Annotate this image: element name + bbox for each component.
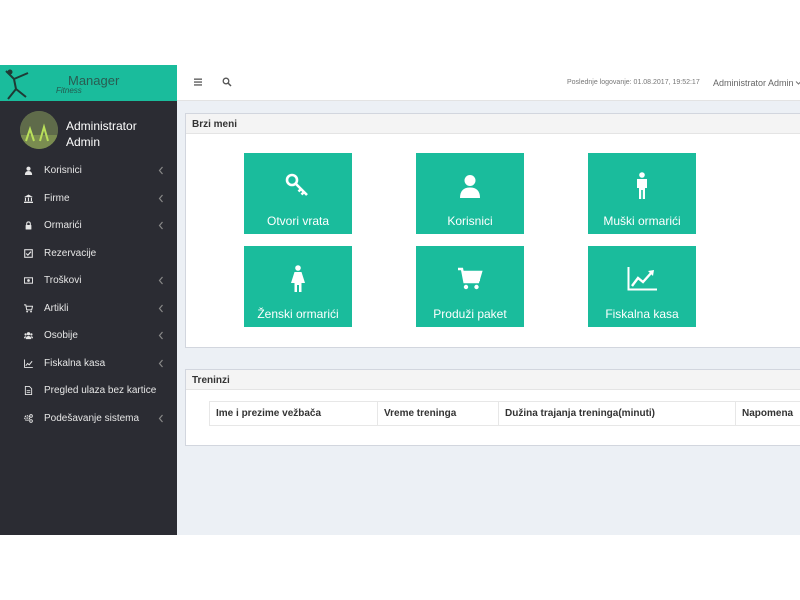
male-icon [637,172,647,199]
sidebar-item-label: Korisnici [44,165,82,177]
money-icon [23,276,33,286]
column-header-vreme[interactable]: Vreme treninga [377,401,499,426]
column-header-ime[interactable]: Ime i prezime vežbača [209,401,378,426]
sidebar-item-label: Troškovi [44,275,82,287]
app-window: Manager Fitness Administrator Admin Kori… [0,65,800,535]
user-panel: Administrator Admin [0,101,177,157]
sidebar-item-troskovi[interactable]: Troškovi [0,267,177,295]
sidebar-item-label: Artikli [44,302,69,314]
users-icon [23,331,33,341]
quick-menu-box: Brzi meni Otvori vrata Korisnici Muški o… [185,113,800,348]
search-icon[interactable] [222,77,232,87]
logo-subtext: Fitness [56,86,82,95]
chevron-left-icon [158,276,163,285]
line-chart-icon [23,358,33,368]
cogs-icon [23,413,33,423]
chevron-down-icon [795,81,800,85]
sidebar-item-label: Osobije [44,330,78,342]
user-dropdown[interactable]: Administrator Admin [713,78,800,88]
sidebar-menu: Korisnici Firme Ormarići Rezervacije Tro… [0,157,177,432]
sidebar-item-osobije[interactable]: Osobije [0,322,177,350]
table-header-row: Ime i prezime vežbača Vreme treninga Duž… [209,401,800,426]
tile-label: Ženski ormarići [257,307,339,321]
trainings-table: Ime i prezime vežbača Vreme treninga Duž… [209,401,800,426]
sidebar-item-label: Podešavanje sistema [44,412,140,424]
user-icon [460,175,480,198]
sidebar-item-podesavanje[interactable]: Podešavanje sistema [0,405,177,433]
sidebar-item-artikli[interactable]: Artikli [0,295,177,323]
chevron-left-icon [158,194,163,202]
user-icon [23,166,33,176]
female-icon [291,265,305,292]
chevron-left-icon [158,359,163,367]
trainings-title: Treninzi [186,370,800,390]
trainings-box: Treninzi Ime i prezime vežbača Vreme tre… [185,369,800,446]
user-name: Administrator Admin [66,119,137,149]
tile-zenski-ormarici[interactable]: Ženski ormarići [244,246,352,327]
sidebar: Manager Fitness Administrator Admin Kori… [0,65,177,535]
tile-label: Korisnici [447,214,493,228]
hamburger-menu-icon[interactable] [193,77,203,87]
column-header-duzina[interactable]: Dužina trajanja treninga(minuti) [498,401,736,426]
sidebar-item-korisnici[interactable]: Korisnici [0,157,177,185]
sidebar-item-label: Pregled ulaza bez kartice [44,385,157,397]
tile-label: Muški ormarići [603,214,681,228]
tile-korisnici[interactable]: Korisnici [416,153,524,234]
bank-icon [23,193,33,203]
tile-muski-ormarici[interactable]: Muški ormarići [588,153,696,234]
logo-bar[interactable]: Manager Fitness [0,65,177,101]
tile-fiskalna-kasa[interactable]: Fiskalna kasa [588,246,696,327]
tile-otvori-vrata[interactable]: Otvori vrata [244,153,352,234]
chevron-left-icon [158,221,163,230]
sidebar-item-fiskalna-kasa[interactable]: Fiskalna kasa [0,350,177,378]
chevron-left-icon [158,331,163,340]
sidebar-item-label: Ormarići [44,220,82,232]
sidebar-item-label: Firme [44,192,70,204]
top-bar: Poslednje logovanje: 01.08.2017, 19:52:1… [177,65,800,101]
tile-produzi-paket[interactable]: Produži paket [416,246,524,327]
chevron-left-icon [158,166,163,175]
quick-menu-title: Brzi meni [186,114,800,134]
chevron-left-icon [158,304,163,312]
sidebar-item-firme[interactable]: Firme [0,185,177,213]
logo-figure-icon [5,69,29,100]
sidebar-item-pregled-ulaza[interactable]: Pregled ulaza bez kartice [0,377,177,405]
tile-label: Fiskalna kasa [605,307,679,321]
tile-label: Otvori vrata [266,214,329,228]
sidebar-item-label: Fiskalna kasa [44,357,106,369]
user-dropdown-label: Administrator Admin [713,78,794,88]
tile-label: Produži paket [433,307,507,321]
line-chart-icon [627,267,657,291]
sidebar-item-ormarici[interactable]: Ormarići [0,212,177,240]
avatar [20,111,58,149]
chevron-left-icon [158,414,163,422]
sidebar-item-rezervacije[interactable]: Rezervacije [0,240,177,268]
key-icon [285,173,308,196]
last-login-text: Poslednje logovanje: 01.08.2017, 19:52:1… [567,79,700,86]
cart-icon [458,267,483,290]
lock-icon [23,221,33,231]
check-square-icon [23,248,33,258]
sidebar-item-label: Rezervacije [44,247,97,259]
column-header-napomena[interactable]: Napomena [735,401,800,426]
file-icon [23,386,33,396]
cart-icon [23,303,33,313]
